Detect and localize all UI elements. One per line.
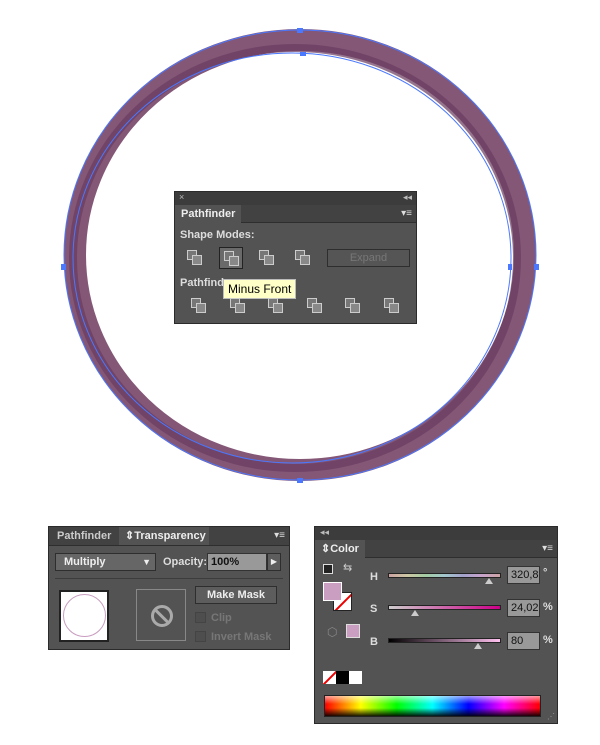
shape-modes-label: Shape Modes: — [180, 229, 255, 241]
tab-transparency[interactable]: ⇕Transparency — [119, 527, 209, 545]
h-label: H — [370, 571, 378, 583]
black-swatch[interactable] — [336, 671, 349, 684]
s-label: S — [370, 603, 378, 615]
color-spectrum[interactable] — [324, 695, 541, 717]
anchor-inner-top[interactable] — [300, 52, 306, 56]
crop-icon[interactable] — [307, 298, 322, 313]
opacity-slider-button[interactable]: ▶ — [267, 553, 281, 571]
tab-color-label: Color — [330, 543, 359, 555]
h-unit: ° — [543, 567, 548, 579]
s-slider[interactable] — [388, 605, 501, 610]
resize-grip-icon[interactable]: ⋰ — [547, 712, 555, 721]
blend-mode-value: Multiply — [64, 556, 106, 568]
panel-menu-icon[interactable]: ▾≡ — [401, 208, 412, 219]
white-swatch[interactable] — [349, 671, 362, 684]
b-input[interactable]: 80 — [507, 632, 540, 650]
pathfinders-label: Pathfind — [180, 277, 224, 289]
intersect-icon[interactable] — [259, 250, 274, 265]
default-colors-icon[interactable] — [323, 564, 333, 574]
color-panel: ◂◂ ⇕Color ▾≡ ⇆ ⬡ H 320,8 ° S 24,02 % B 8… — [314, 526, 558, 724]
s-slider-thumb[interactable] — [411, 610, 420, 616]
collapse-icon[interactable]: ◂◂ — [320, 527, 329, 538]
collapse-icon[interactable]: ◂◂ — [403, 192, 412, 203]
make-mask-button[interactable]: Make Mask — [195, 586, 277, 604]
b-slider[interactable] — [388, 638, 501, 643]
no-mask-icon — [151, 605, 173, 627]
ring-thumbnail — [63, 594, 106, 637]
exclude-icon[interactable] — [295, 250, 310, 265]
b-unit: % — [543, 634, 553, 646]
panel-menu-icon[interactable]: ▾≡ — [542, 543, 553, 554]
blend-mode-select[interactable]: Multiply ▼ — [55, 553, 156, 571]
invert-mask-checkbox[interactable] — [195, 631, 206, 642]
object-thumbnail[interactable] — [59, 590, 109, 642]
unite-icon[interactable] — [187, 250, 202, 265]
anchor-top[interactable] — [297, 28, 303, 33]
out-of-gamut-icon[interactable]: ⬡ — [327, 625, 337, 639]
merge-icon[interactable] — [268, 298, 283, 313]
opacity-label: Opacity: — [163, 556, 208, 568]
chevron-down-icon: ▼ — [142, 557, 151, 567]
opacity-input[interactable]: 100% — [207, 553, 267, 571]
trim-icon[interactable] — [230, 298, 245, 313]
anchor-right[interactable] — [534, 264, 539, 270]
tab-transparency-label: Transparency — [134, 530, 206, 542]
minus-front-button[interactable] — [219, 247, 243, 269]
anchor-left[interactable] — [61, 264, 66, 270]
mask-thumbnail[interactable] — [136, 589, 186, 641]
clip-checkbox[interactable] — [195, 612, 206, 623]
tab-pathfinder[interactable]: Pathfinder — [175, 205, 241, 223]
panel-titlebar[interactable]: × ◂◂ — [175, 192, 416, 205]
none-swatch[interactable] — [323, 671, 336, 684]
b-slider-thumb[interactable] — [474, 643, 483, 649]
outline-icon[interactable] — [345, 298, 360, 313]
tab-pathfinder[interactable]: Pathfinder — [51, 527, 117, 545]
panel-menu-icon[interactable]: ▾≡ — [274, 530, 285, 541]
h-slider-thumb[interactable] — [484, 578, 493, 584]
gamut-swatch[interactable] — [346, 624, 360, 638]
swap-colors-icon[interactable]: ⇆ — [343, 561, 352, 574]
clip-label: Clip — [211, 612, 232, 624]
fill-swatch[interactable] — [323, 582, 342, 601]
s-input[interactable]: 24,02 — [507, 599, 540, 617]
minus-front-icon — [224, 251, 239, 266]
expand-button[interactable]: Expand — [327, 249, 410, 267]
close-icon[interactable]: × — [179, 192, 184, 202]
updown-icon: ⇕ — [125, 530, 135, 542]
updown-icon: ⇕ — [321, 543, 331, 555]
divider — [55, 578, 283, 579]
anchor-bottom[interactable] — [297, 478, 303, 483]
anchor-inner-right[interactable] — [508, 264, 512, 270]
s-unit: % — [543, 601, 553, 613]
pathfinder-panel: × ◂◂ Pathfinder ▾≡ Shape Modes: Expand P… — [174, 191, 417, 324]
transparency-panel: Pathfinder ⇕Transparency ▾≡ Multiply ▼ O… — [48, 526, 290, 650]
panel-titlebar[interactable]: ◂◂ — [315, 527, 557, 540]
h-input[interactable]: 320,8 — [507, 566, 540, 584]
tooltip: Minus Front — [223, 279, 297, 299]
tab-color[interactable]: ⇕Color — [315, 540, 365, 558]
b-label: B — [370, 636, 378, 648]
invert-mask-label: Invert Mask — [211, 631, 272, 643]
divide-icon[interactable] — [191, 298, 206, 313]
minus-back-icon[interactable] — [384, 298, 399, 313]
